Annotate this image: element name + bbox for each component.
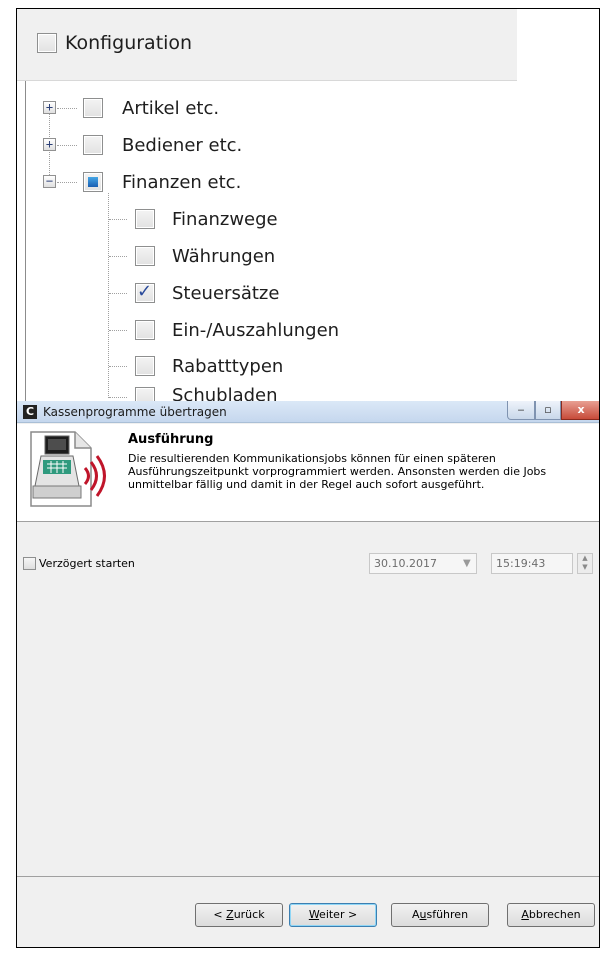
tree-item-steuersaetze[interactable]: Steuersätze bbox=[172, 283, 279, 304]
date-value: 30.10.2017 bbox=[374, 557, 437, 570]
cancel-button[interactable]: Abbrechen bbox=[507, 903, 595, 927]
back-button-label: urück bbox=[233, 908, 265, 921]
tree-line bbox=[57, 108, 77, 109]
collapse-icon[interactable]: − bbox=[43, 175, 56, 188]
tree-item-checkbox-checked[interactable]: ✓ bbox=[135, 281, 155, 303]
tree-line bbox=[109, 366, 127, 367]
minimize-icon[interactable]: ‒ bbox=[507, 401, 535, 420]
time-input[interactable]: 15:19:43 bbox=[491, 553, 573, 574]
tree-item-rabatttypen[interactable]: Rabatttypen bbox=[172, 356, 283, 377]
root-checkbox[interactable] bbox=[37, 33, 57, 53]
back-button-label: < bbox=[213, 908, 227, 921]
transfer-dialog: C Kassenprogramme übertragen ‒ ▫ x Ausfü… bbox=[17, 401, 599, 947]
back-button-accel: Z bbox=[226, 908, 234, 921]
next-button-accel: W bbox=[308, 908, 320, 921]
tree-item-checkbox[interactable] bbox=[83, 98, 103, 118]
delay-start-label[interactable]: Verzögert starten bbox=[39, 557, 135, 570]
tree-item-checkbox[interactable] bbox=[83, 135, 103, 155]
maximize-icon[interactable]: ▫ bbox=[535, 401, 561, 420]
wizard-header: Ausführung Die resultierenden Kommunikat… bbox=[17, 424, 599, 522]
tree-line bbox=[109, 330, 127, 331]
back-button[interactable]: < Zurück bbox=[195, 903, 283, 927]
tree-item-checkbox[interactable] bbox=[135, 209, 155, 229]
next-button[interactable]: Weiter > bbox=[289, 903, 377, 927]
root-row: Konfiguration bbox=[17, 9, 517, 81]
cancel-button-label: bbrechen bbox=[528, 908, 581, 921]
tree-line bbox=[109, 219, 127, 220]
tree-line bbox=[57, 182, 77, 183]
config-tree: + Artikel etc. + Bediener etc. − Finanze… bbox=[25, 81, 599, 407]
tree-item-waehrungen[interactable]: Währungen bbox=[172, 246, 275, 267]
tree-line bbox=[57, 145, 77, 146]
tree-line bbox=[109, 256, 127, 257]
screenshot-frame: Konfiguration + Artikel etc. + Bediener … bbox=[16, 8, 600, 948]
time-value: 15:19:43 bbox=[496, 557, 546, 570]
config-tree-zoom: Konfiguration + Artikel etc. + Bediener … bbox=[17, 9, 599, 407]
cash-register-icon bbox=[30, 431, 106, 507]
app-logo-icon: C bbox=[23, 405, 37, 419]
date-picker[interactable]: 30.10.2017 bbox=[369, 553, 477, 574]
tree-item-checkbox[interactable] bbox=[135, 320, 155, 340]
tree-item-finanzwege[interactable]: Finanzwege bbox=[172, 209, 278, 230]
tree-item-checkbox[interactable] bbox=[135, 356, 155, 376]
tree-item-checkbox[interactable] bbox=[135, 246, 155, 266]
next-button-label: eiter > bbox=[319, 908, 358, 921]
chevron-down-icon[interactable]: ▼ bbox=[463, 558, 471, 569]
wizard-content: Verzögert starten 30.10.2017 ▼ 15:19:43 … bbox=[17, 523, 599, 877]
cancel-button-accel: A bbox=[521, 908, 529, 921]
footer-divider bbox=[17, 876, 599, 877]
expand-icon[interactable]: + bbox=[43, 101, 56, 114]
checkmark-icon: ✓ bbox=[137, 281, 153, 302]
tree-line bbox=[109, 397, 127, 398]
time-spinner[interactable]: ▲ ▼ bbox=[577, 553, 593, 574]
delay-start-checkbox[interactable] bbox=[23, 557, 36, 570]
run-button[interactable]: Ausführen bbox=[391, 903, 489, 927]
run-button-label: sführen bbox=[426, 908, 469, 921]
step-description: Die resultierenden Kommunikationsjobs kö… bbox=[128, 452, 547, 491]
tree-line bbox=[108, 193, 109, 398]
dialog-titlebar[interactable]: C Kassenprogramme übertragen ‒ ▫ x bbox=[17, 401, 599, 423]
tree-item-bediener[interactable]: Bediener etc. bbox=[122, 135, 242, 156]
tree-item-finanzen[interactable]: Finanzen etc. bbox=[122, 172, 241, 193]
tree-item-checkbox-partial[interactable] bbox=[83, 172, 103, 192]
tree-line bbox=[109, 293, 127, 294]
root-label: Konfiguration bbox=[65, 32, 193, 54]
tree-item-ein-auszahlungen[interactable]: Ein-/Auszahlungen bbox=[172, 320, 339, 341]
dialog-title: Kassenprogramme übertragen bbox=[43, 405, 227, 419]
tree-item-artikel[interactable]: Artikel etc. bbox=[122, 98, 219, 119]
step-title: Ausführung bbox=[128, 432, 214, 447]
close-icon[interactable]: x bbox=[561, 401, 599, 420]
expand-icon[interactable]: + bbox=[43, 138, 56, 151]
